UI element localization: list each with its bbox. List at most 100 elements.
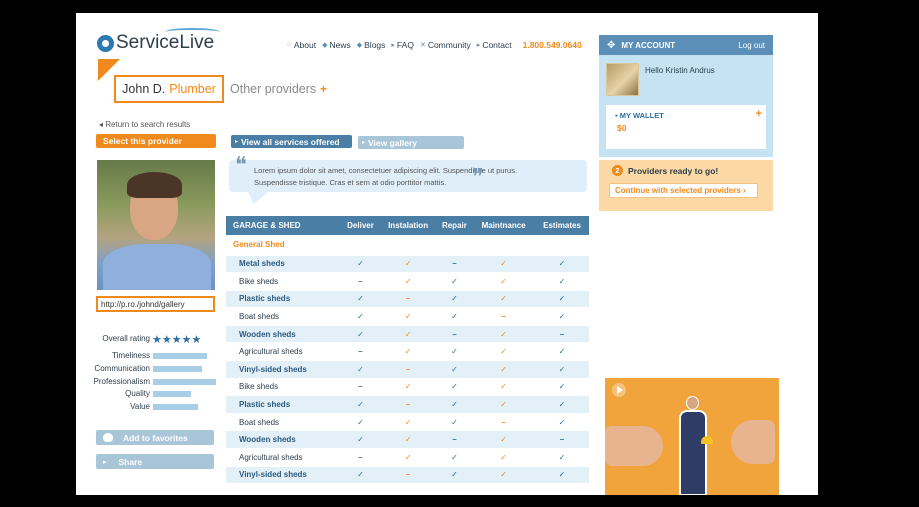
thumbs-down-hand-image [605,426,663,466]
phone-number: 1.800.549.0640 [522,40,582,50]
service-cell: ✓ [535,272,589,291]
return-to-results-link[interactable]: ◂ Return to search results [99,120,190,129]
service-name[interactable]: Boat sheds [226,413,342,432]
service-cell: ✓ [472,325,536,344]
dash-icon: – [501,312,506,322]
check-icon: ✓ [500,276,507,286]
table-group-row: General Shed [226,235,589,256]
service-cell: ✓ [472,272,536,291]
add-funds-plus-icon[interactable]: + [756,108,762,120]
plus-icon[interactable]: + [320,82,327,96]
service-name[interactable]: Boat sheds [226,307,342,326]
continue-button[interactable]: Continue with selected providers › [609,183,758,198]
nav-item-contact[interactable]: ▸ Contact [477,40,512,50]
table-row: Boat sheds ✓ ✓ ✓ – ✓ [226,413,589,432]
logout-link[interactable]: Log out [738,41,765,50]
column-header: Instalation [379,216,437,235]
ready-count-badge: 2 [612,165,623,176]
service-cell: ✓ [379,325,437,344]
service-name[interactable]: Agricultural sheds [226,448,342,467]
account-grid-icon: ✥ [607,39,616,51]
service-name[interactable]: Vinyl-sided sheds [226,466,342,485]
service-cell: – [535,430,589,450]
group-label: General Shed [226,235,589,256]
check-icon: ✓ [404,312,412,322]
dash-icon: – [358,452,363,462]
service-name[interactable]: Plastic sheds [226,290,342,309]
service-cell: ✓ [535,395,589,414]
service-cell: ✓ [535,360,589,379]
servicelive-logo[interactable]: ServiceLive [97,28,220,54]
check-icon: ✓ [404,259,412,269]
promo-video-banner[interactable] [605,378,779,495]
service-name[interactable]: Metal sheds [226,255,342,274]
check-icon: ✓ [357,400,364,410]
check-icon: ✓ [404,417,412,427]
check-icon: ✓ [500,294,507,304]
play-icon[interactable] [612,383,626,397]
nav-item-news[interactable]: ◆ News [322,40,351,50]
service-name[interactable]: Plastic sheds [226,395,342,414]
check-icon: ✓ [451,400,458,410]
check-icon: ✓ [357,312,364,322]
service-name[interactable]: Wooden sheds [226,430,342,450]
service-cell: – [341,448,380,467]
tab-view-gallery[interactable]: ▸ View gallery [358,136,464,149]
check-icon: ✓ [451,276,458,286]
service-cell: ✓ [472,448,536,467]
rating-bar [153,404,198,410]
check-icon: ✓ [357,470,364,480]
check-icon: ✓ [451,452,458,462]
share-button[interactable]: ▸ Share [96,454,214,469]
table-row: Boat sheds ✓ ✓ ✓ – ✓ [226,307,589,326]
gallery-url-field[interactable]: http://p.ro./johnd/gallery [96,296,215,312]
arrow-icon: ▸ [391,42,395,49]
nav-item-blogs[interactable]: ◆ Blogs [357,40,386,50]
service-cell: ✓ [535,255,589,274]
service-cell: ✓ [535,307,589,326]
service-name[interactable]: Bike sheds [226,378,342,397]
service-cell: ✓ [535,290,589,309]
check-icon: ✓ [404,347,412,357]
service-cell: ✓ [535,342,589,362]
service-name[interactable]: Agricultural sheds [226,342,342,362]
table-row: Bike sheds – ✓ ✓ ✓ ✓ [226,272,589,291]
check-icon: ✓ [558,347,566,357]
service-name[interactable]: Bike sheds [226,272,342,291]
check-icon: ✓ [404,382,412,392]
table-row: Agricultural sheds – ✓ ✓ ✓ ✓ [226,342,589,362]
avatar[interactable] [606,63,639,96]
check-icon: ✓ [357,294,364,304]
service-cell: ✓ [472,290,536,309]
provider-photo [97,160,215,290]
rating-bar [153,353,207,359]
service-name[interactable]: Vinyl-sided sheds [226,360,342,379]
tab-view-all-services[interactable]: ▸ View all services offered [231,135,352,148]
worker-image [677,396,713,495]
rating-bar [153,379,216,385]
service-name[interactable]: Wooden sheds [226,325,342,344]
service-cell: ✓ [436,307,473,326]
check-icon: ✓ [451,417,458,427]
service-cell: ✓ [472,378,536,397]
arrow-right-icon: ▸ [235,139,239,145]
nav-item-about[interactable]: ⁘ About [286,40,316,50]
my-account-title: MY ACCOUNT [621,40,676,50]
add-to-favorites-button[interactable]: Add to favorites [96,430,214,445]
service-cell: ✓ [436,448,473,467]
check-icon: ✓ [500,470,507,480]
check-icon: ✓ [500,259,507,269]
nav-item-faq[interactable]: ▸ FAQ [391,40,414,50]
other-providers-link[interactable]: Other providers [230,82,316,96]
quote-tail-shape [248,192,268,204]
select-provider-button[interactable]: Select this provider [96,134,216,148]
nav-item-community[interactable]: ✕ Community [420,40,471,50]
column-header: Deliver [341,216,380,235]
check-icon: ✓ [500,400,507,410]
service-cell: ✓ [472,360,536,379]
service-cell: ✓ [341,413,380,432]
column-header: Repair [436,216,473,235]
check-icon: ✓ [558,276,566,286]
diamond-icon: ◆ [322,42,328,49]
logo-mark-icon [97,34,114,52]
